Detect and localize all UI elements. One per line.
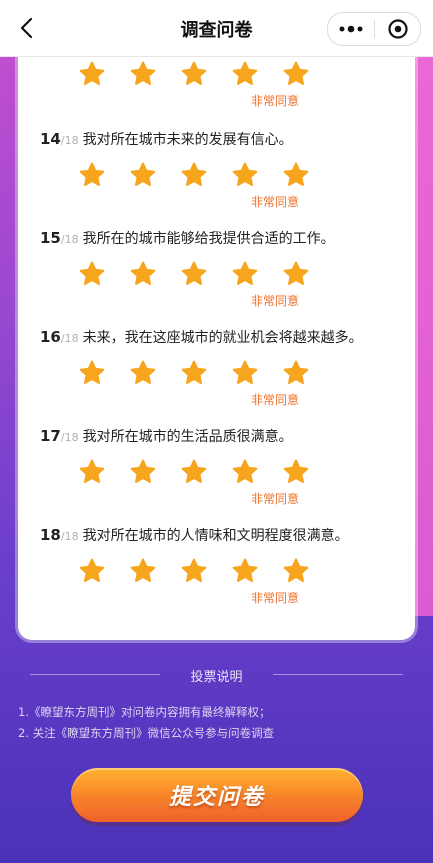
star-rating [78,557,310,585]
star-icon[interactable] [231,161,259,189]
question-total: /18 [60,431,79,444]
star-icon[interactable] [282,557,310,585]
rating-label: 非常同意 [251,94,300,108]
star-icon[interactable] [282,359,310,387]
question-text: 我所在的城市能够给我提供合适的工作。 [82,231,335,247]
question-heading: 16/18 未来，我在这座城市的就业机会将越来越多。 [40,327,400,347]
more-button[interactable] [328,13,374,45]
star-icon[interactable] [180,260,208,288]
mini-program-capsule [327,12,421,46]
note-item: 2. 关注《瞭望东方周刊》微信公众号参与问卷调查 [18,726,275,740]
star-icon[interactable] [180,359,208,387]
rating-label: 非常同意 [251,294,300,308]
star-icon[interactable] [78,458,106,486]
navigation-bar: 调查问卷 [0,0,433,57]
star-icon[interactable] [231,557,259,585]
rating-label: 非常同意 [251,195,300,209]
question-number: 15 [40,229,61,247]
star-rating [78,60,310,88]
star-icon[interactable] [231,458,259,486]
star-icon[interactable] [78,557,106,585]
star-icon[interactable] [180,161,208,189]
star-icon[interactable] [231,260,259,288]
note-item: 1.《瞭望东方周刊》对问卷内容拥有最终解释权； [18,705,271,719]
star-rating [78,260,310,288]
question-total: /18 [60,332,79,345]
rating-label: 非常同意 [251,591,300,605]
star-icon[interactable] [282,60,310,88]
question-heading: 18/18 我对所在城市的人情味和文明程度很满意。 [40,525,400,545]
divider-right [273,674,403,675]
star-icon[interactable] [78,60,106,88]
question-heading: 17/18 我对所在城市的生活品质很满意。 [40,426,400,446]
question-number: 17 [40,427,61,445]
rating-label: 非常同意 [251,393,300,407]
star-icon[interactable] [129,161,157,189]
star-icon[interactable] [78,161,106,189]
star-icon[interactable] [231,359,259,387]
submit-label: 提交问卷 [168,785,265,810]
star-rating [78,161,310,189]
star-icon[interactable] [78,260,106,288]
questionnaire-card: 非常同意 14/18 我对所在城市未来的发展有信心。 非常同意 15/18 我所在的城市能… [18,40,415,640]
star-icon[interactable] [282,458,310,486]
star-rating [78,359,310,387]
star-icon[interactable] [129,359,157,387]
rating-label: 非常同意 [251,492,300,506]
question-total: /18 [60,233,79,246]
star-icon[interactable] [282,260,310,288]
notes-title: 投票说明 [190,670,243,685]
star-rating [78,458,310,486]
star-icon[interactable] [180,458,208,486]
star-icon[interactable] [180,557,208,585]
question-heading: 15/18 我所在的城市能够给我提供合适的工作。 [40,228,400,248]
star-icon[interactable] [129,260,157,288]
question-total: /18 [60,530,79,543]
question-number: 18 [40,526,61,544]
close-mini-program-button[interactable] [375,13,420,45]
question-number: 16 [40,328,61,346]
question-text: 我对所在城市的人情味和文明程度很满意。 [82,528,349,544]
question-text: 我对所在城市未来的发展有信心。 [82,132,293,148]
star-icon[interactable] [129,458,157,486]
submit-button[interactable]: 提交问卷 [71,768,363,822]
question-heading: 14/18 我对所在城市未来的发展有信心。 [40,129,400,149]
target-circle-icon [387,19,408,39]
star-icon[interactable] [129,60,157,88]
star-icon[interactable] [231,60,259,88]
star-icon[interactable] [180,60,208,88]
star-icon[interactable] [282,161,310,189]
star-icon[interactable] [78,359,106,387]
question-number: 14 [40,130,61,148]
question-text: 我对所在城市的生活品质很满意。 [82,429,293,445]
more-dots-icon [339,25,363,33]
question-total: /18 [60,134,79,147]
star-icon[interactable] [129,557,157,585]
question-text: 未来，我在这座城市的就业机会将越来越多。 [82,330,363,346]
